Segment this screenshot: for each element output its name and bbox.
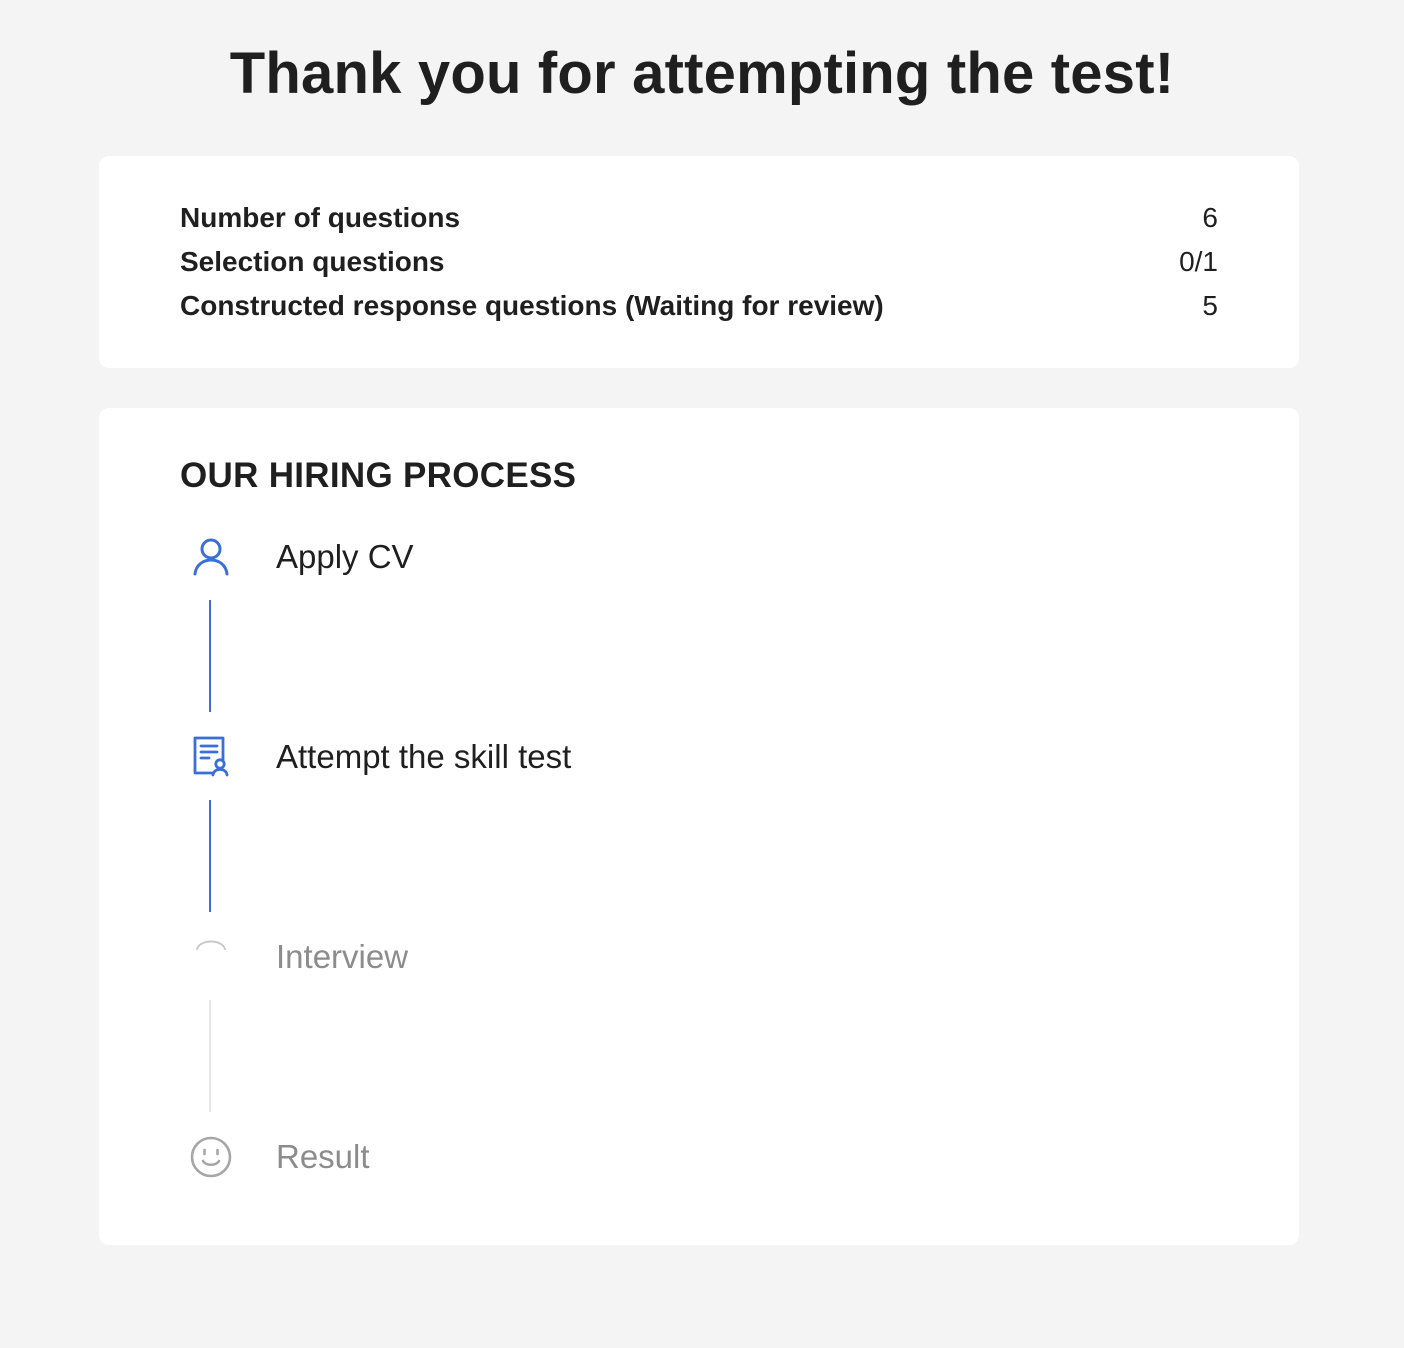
summary-row-constructed-response-questions: Constructed response questions (Waiting … (180, 291, 1218, 321)
smiley-icon (188, 1134, 234, 1180)
step-label-interview: Interview (276, 938, 409, 975)
summary-row-selection-questions: Selection questions 0/1 (180, 247, 1218, 277)
summary-label: Number of questions (180, 202, 461, 233)
hiring-process-card (99, 408, 1299, 1245)
hiring-process-title: OUR HIRING PROCESS (180, 456, 577, 495)
summary-value: 0/1 (1179, 246, 1218, 277)
step-connector (209, 600, 211, 712)
loading-spinner-icon (188, 934, 234, 980)
step-connector (209, 1000, 211, 1112)
summary-value: 6 (1202, 202, 1218, 233)
summary-label: Constructed response questions (Waiting … (180, 290, 884, 321)
step-label-apply-cv: Apply CV (276, 538, 414, 575)
page-title: Thank you for attempting the test! (229, 41, 1175, 106)
summary-label: Selection questions (180, 246, 445, 277)
step-label-attempt-skill-test: Attempt the skill test (276, 738, 572, 775)
summary-value: 5 (1202, 290, 1218, 321)
step-connector (209, 800, 211, 912)
summary-row-number-of-questions: Number of questions 6 (180, 203, 1218, 233)
user-icon (188, 534, 234, 580)
step-label-result: Result (276, 1138, 370, 1175)
test-certificate-icon (188, 734, 234, 780)
